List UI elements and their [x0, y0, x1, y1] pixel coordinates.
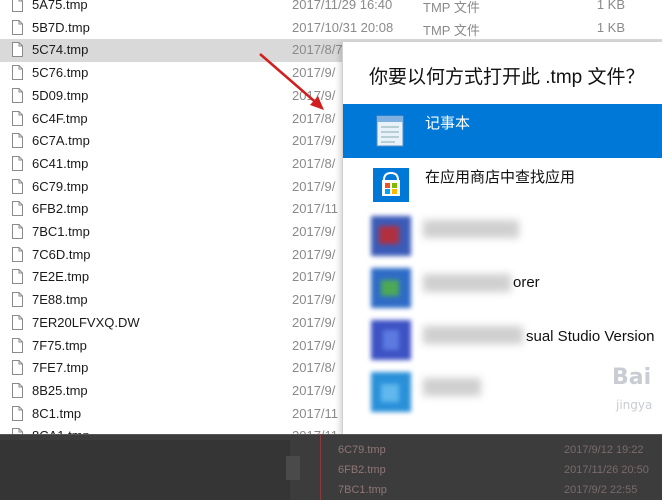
strip-separator — [0, 434, 662, 435]
blurred-app-icon — [371, 268, 411, 308]
file-icon — [12, 224, 23, 239]
strip-row: 7BC1.tmp 2017/9/2 22:55 — [338, 484, 637, 496]
strip-red-line — [320, 434, 321, 500]
file-icon — [12, 65, 23, 81]
file-icon — [12, 110, 23, 126]
file-name: 5D09.tmp — [32, 87, 89, 103]
app-label-blurred-1 — [423, 220, 519, 238]
file-name: 5B7D.tmp — [32, 19, 90, 35]
file-name: 8B25.tmp — [32, 382, 88, 398]
file-name: 6C79.tmp — [32, 178, 89, 194]
strip-row: 6C79.tmp 2017/9/12 19:22 — [338, 444, 644, 456]
app-item-store[interactable]: 在应用商店中查找应用 — [343, 158, 662, 212]
baidu-watermark: Bai — [612, 365, 652, 390]
app-label-visual-studio: sual Studio Version — [526, 328, 655, 345]
notepad-icon — [376, 115, 404, 147]
file-date: 2017/9/ — [292, 292, 336, 308]
app-item-internet-explorer[interactable]: orer — [343, 262, 662, 316]
file-icon — [12, 314, 23, 330]
file-icon — [12, 405, 23, 421]
file-type: TMP 文件 — [423, 0, 480, 15]
app-item-notepad[interactable]: 记事本 — [343, 104, 662, 158]
file-size: 1 KB — [596, 0, 625, 12]
file-date: 2017/11/29 16:40 — [292, 0, 393, 12]
app-label-notepad: 记事本 — [425, 115, 471, 132]
file-name: 7FE7.tmp — [32, 360, 89, 376]
file-row[interactable]: 5B7D.tmp 2017/10/31 20:08 TMP 文件 1 KB — [0, 17, 662, 40]
file-date: 2017/11 — [292, 405, 339, 421]
blurred-app-icon — [371, 320, 411, 360]
file-date: 2017/9/ — [292, 314, 336, 330]
strip-row-date: 2017/9/2 22:55 — [564, 484, 638, 496]
app-item-blurred-1[interactable] — [343, 210, 662, 264]
file-date: 2017/11 — [292, 201, 339, 217]
app-label-blurred-2 — [423, 378, 481, 396]
file-icon — [12, 178, 23, 194]
file-date: 2017/8/ — [292, 155, 336, 171]
file-date: 2017/10/31 20:08 — [292, 19, 394, 35]
file-icon — [12, 201, 23, 217]
bottom-overlay-strip: 6C79.tmp 2017/9/12 19:22 6FB2.tmp 2017/1… — [0, 434, 662, 500]
file-name: 5A75.tmp — [32, 0, 88, 12]
app-item-visual-studio[interactable]: sual Studio Version — [343, 314, 662, 368]
app-label-store: 在应用商店中查找应用 — [425, 169, 576, 186]
file-icon — [12, 269, 23, 285]
dialog-title: 你要以何方式打开此 .tmp 文件？ — [369, 67, 645, 88]
red-arrow-annotation — [259, 53, 324, 110]
file-name: 7E2E.tmp — [32, 269, 90, 285]
file-icon — [12, 155, 23, 171]
app-label-blurred-prefix — [423, 274, 511, 292]
baidu-watermark-sub: jingya — [616, 398, 653, 412]
strip-row: 6FB2.tmp 2017/11/26 20:50 — [338, 464, 649, 476]
file-name: 7F75.tmp — [32, 337, 87, 353]
app-label-orer: orer — [513, 274, 540, 291]
file-date: 2017/9/ — [292, 246, 336, 262]
file-date: 2017/9/ — [292, 269, 336, 285]
file-date: 2017/8/ — [292, 360, 336, 376]
file-row[interactable]: 5A75.tmp 2017/11/29 16:40 TMP 文件 1 KB — [0, 0, 662, 17]
app-label-blurred-prefix — [423, 326, 523, 344]
strip-dark-block — [0, 440, 290, 500]
file-date: 2017/8/ — [292, 110, 336, 126]
file-name: 6C7A.tmp — [32, 133, 90, 149]
file-size: 1 KB — [596, 19, 625, 35]
file-name: 6FB2.tmp — [32, 201, 89, 217]
file-date: 2017/9/ — [292, 337, 336, 353]
file-icon — [12, 19, 23, 35]
file-name: 7BC1.tmp — [32, 224, 90, 239]
file-icon — [12, 337, 23, 353]
file-date: 2017/9/ — [292, 382, 336, 398]
file-name: 7ER20LFVXQ.DW — [32, 314, 140, 330]
strip-row-name: 6FB2.tmp — [338, 464, 386, 476]
file-icon — [12, 360, 23, 376]
file-icon — [12, 87, 23, 103]
strip-row-date: 2017/11/26 20:50 — [564, 464, 649, 476]
file-icon — [12, 246, 23, 262]
file-name: 5C74.tmp — [32, 42, 89, 58]
file-icon — [12, 292, 23, 308]
blurred-app-icon — [371, 216, 411, 256]
file-name: 8C1.tmp — [32, 405, 82, 421]
file-type: TMP 文件 — [423, 22, 480, 38]
store-icon — [373, 168, 409, 202]
file-icon — [12, 382, 23, 398]
file-date: 2017/9/ — [292, 178, 336, 194]
strip-row-date: 2017/9/12 19:22 — [564, 444, 644, 456]
file-name: 5C76.tmp — [32, 65, 89, 81]
file-icon — [12, 0, 23, 12]
strip-row-name: 6C79.tmp — [338, 444, 386, 456]
file-name: 7C6D.tmp — [32, 246, 91, 262]
file-date: 2017/9/ — [292, 133, 336, 149]
blurred-app-icon — [371, 372, 411, 412]
file-name: 6C41.tmp — [32, 155, 89, 171]
strip-scroll-block — [286, 456, 300, 480]
file-icon — [12, 42, 23, 58]
file-date: 2017/9/ — [292, 224, 336, 239]
file-name: 6C4F.tmp — [32, 110, 88, 126]
file-name: 7E88.tmp — [32, 292, 88, 308]
strip-row-name: 7BC1.tmp — [338, 484, 387, 496]
file-icon — [12, 133, 23, 149]
